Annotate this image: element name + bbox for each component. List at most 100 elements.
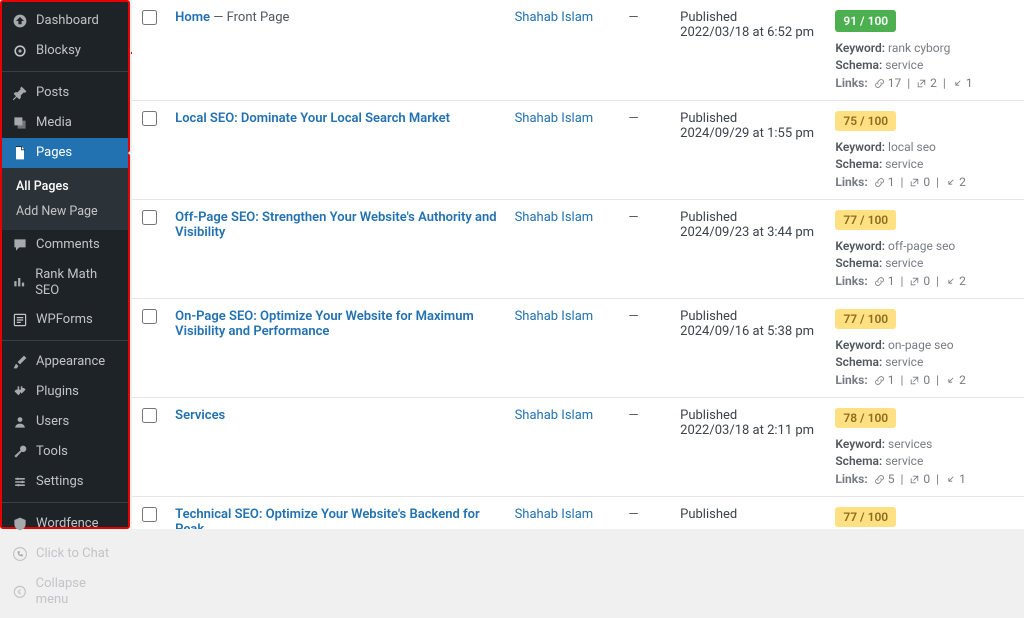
row-checkbox[interactable] — [142, 111, 157, 126]
date-status: Published — [680, 408, 819, 423]
row-checkbox[interactable] — [142, 309, 157, 324]
incoming-links: 1 — [945, 472, 966, 486]
date-cell: Published2024/09/16 at 5:38 pm — [672, 299, 827, 398]
seo-links-row: Links:5|0|1 — [835, 472, 1016, 486]
row-checkbox[interactable] — [142, 408, 157, 423]
date-cell: Published — [672, 497, 827, 530]
comment-icon — [12, 237, 28, 253]
seo-score-badge: 91 / 100 — [835, 10, 896, 32]
settings-icon — [12, 474, 28, 490]
sidebar-item-label: Wordfence — [36, 516, 99, 532]
seo-score-badge: 77 / 100 — [835, 210, 896, 230]
author-link[interactable]: Shahab Islam — [515, 10, 594, 25]
table-row: On-Page SEO: Optimize Your Website for M… — [132, 299, 1024, 398]
date-status: Published — [680, 507, 819, 522]
plugin-icon — [12, 384, 28, 400]
pages-table-wrap: Home — Front PageShahab Islam—Published2… — [132, 0, 1024, 529]
sidebar-item-dashboard[interactable]: Dashboard — [2, 6, 128, 36]
page-title-link[interactable]: Services — [175, 408, 225, 423]
sidebar-item-label: Plugins — [36, 384, 79, 400]
submenu-item-add-new-page[interactable]: Add New Page — [2, 199, 128, 224]
author-link[interactable]: Shahab Islam — [515, 111, 594, 126]
sidebar-item-posts[interactable]: Posts — [2, 78, 128, 108]
seo-links-row: Links:1|0|2 — [835, 274, 1016, 288]
sidebar-item-blocksy[interactable]: Blocksy — [2, 36, 128, 66]
seo-schema: Schema: service — [835, 355, 1016, 369]
sidebar-item-label: Click to Chat — [36, 546, 109, 562]
sidebar-item-rank-math-seo[interactable]: Rank Math SEO — [2, 260, 128, 305]
author-link[interactable]: Shahab Islam — [515, 309, 594, 324]
sidebar-item-label: Appearance — [36, 354, 105, 370]
date-timestamp: 2024/09/29 at 1:55 pm — [680, 126, 819, 141]
menu-separator — [2, 335, 128, 341]
seo-keyword: Keyword: services — [835, 437, 1016, 451]
internal-links: 17 — [874, 76, 902, 90]
seo-cell: 77 / 100Keyword: on-page seoSchema: serv… — [827, 299, 1024, 398]
seo-links-row: Links:1|0|2 — [835, 175, 1016, 189]
sidebar-item-settings[interactable]: Settings — [2, 467, 128, 497]
page-title-link[interactable]: Technical SEO: Optimize Your Website's B… — [175, 507, 480, 529]
internal-links: 1 — [874, 175, 895, 189]
external-links: 0 — [909, 175, 930, 189]
row-checkbox[interactable] — [142, 507, 157, 522]
author-link[interactable]: Shahab Islam — [515, 210, 594, 225]
internal-links: 1 — [874, 373, 895, 387]
sidebar-item-wordfence[interactable]: Wordfence — [2, 509, 128, 539]
page-title-link[interactable]: On-Page SEO: Optimize Your Website for M… — [175, 309, 474, 339]
comments-cell: — — [620, 200, 672, 299]
sidebar-item-users[interactable]: Users — [2, 407, 128, 437]
seo-keyword: Keyword: rank cyborg — [835, 41, 1016, 55]
sidebar-item-label: Media — [36, 115, 72, 131]
user-icon — [12, 414, 28, 430]
row-checkbox[interactable] — [142, 210, 157, 225]
seo-keyword: Keyword: local seo — [835, 140, 1016, 154]
author-link[interactable]: Shahab Islam — [515, 507, 594, 522]
wrench-icon — [12, 444, 28, 460]
incoming-links: 2 — [945, 274, 966, 288]
sidebar-item-label: Rank Math SEO — [35, 267, 120, 298]
sidebar-item-media[interactable]: Media — [2, 108, 128, 138]
sidebar-item-plugins[interactable]: Plugins — [2, 377, 128, 407]
title-suffix: — Front Page — [210, 10, 289, 25]
date-cell: Published2022/03/18 at 2:11 pm — [672, 398, 827, 497]
sidebar-item-appearance[interactable]: Appearance — [2, 347, 128, 377]
page-title-link[interactable]: Home — [175, 10, 210, 25]
sidebar-item-click-to-chat[interactable]: Click to Chat — [2, 539, 128, 569]
date-timestamp: 2024/09/16 at 5:38 pm — [680, 324, 819, 339]
date-timestamp: 2022/03/18 at 6:52 pm — [680, 25, 819, 40]
pin-icon — [12, 85, 28, 101]
seo-score-badge: 77 / 100 — [835, 507, 896, 527]
incoming-links: 2 — [945, 373, 966, 387]
admin-sidebar: DashboardBlocksy Posts Media Pages All Pages… — [0, 0, 130, 529]
collapse-icon — [12, 584, 28, 600]
chart-icon — [12, 275, 27, 291]
sidebar-item-pages[interactable]: Pages — [2, 138, 128, 168]
submenu-item-all-pages[interactable]: All Pages — [2, 174, 128, 199]
comments-cell: — — [620, 497, 672, 530]
date-status: Published — [680, 111, 819, 126]
sidebar-item-comments[interactable]: Comments — [2, 230, 128, 260]
brush-icon — [12, 354, 28, 370]
shield-icon — [12, 516, 28, 532]
page-title-link[interactable]: Off-Page SEO: Strengthen Your Website's … — [175, 210, 496, 240]
sidebar-item-wpforms[interactable]: WPForms — [2, 305, 128, 335]
author-link[interactable]: Shahab Islam — [515, 408, 594, 423]
page-title-link[interactable]: Local SEO: Dominate Your Local Search Ma… — [175, 111, 450, 126]
sidebar-item-label: Collapse menu — [36, 576, 120, 607]
comments-cell: — — [620, 0, 672, 101]
table-row: Local SEO: Dominate Your Local Search Ma… — [132, 101, 1024, 200]
sidebar-item-label: Comments — [36, 237, 100, 253]
date-timestamp: 2022/03/18 at 2:11 pm — [680, 423, 819, 438]
sidebar-item-collapse-menu[interactable]: Collapse menu — [2, 569, 128, 614]
sidebar-item-tools[interactable]: Tools — [2, 437, 128, 467]
date-cell: Published2022/03/18 at 6:52 pm — [672, 0, 827, 101]
blocksy-icon — [12, 43, 28, 59]
row-checkbox[interactable] — [142, 10, 157, 25]
internal-links: 5 — [874, 472, 895, 486]
date-status: Published — [680, 309, 819, 324]
menu-separator — [2, 66, 128, 72]
seo-schema: Schema: service — [835, 256, 1016, 270]
incoming-links: 1 — [952, 76, 973, 90]
seo-score-badge: 77 / 100 — [835, 309, 896, 329]
seo-schema: Schema: service — [835, 454, 1016, 468]
